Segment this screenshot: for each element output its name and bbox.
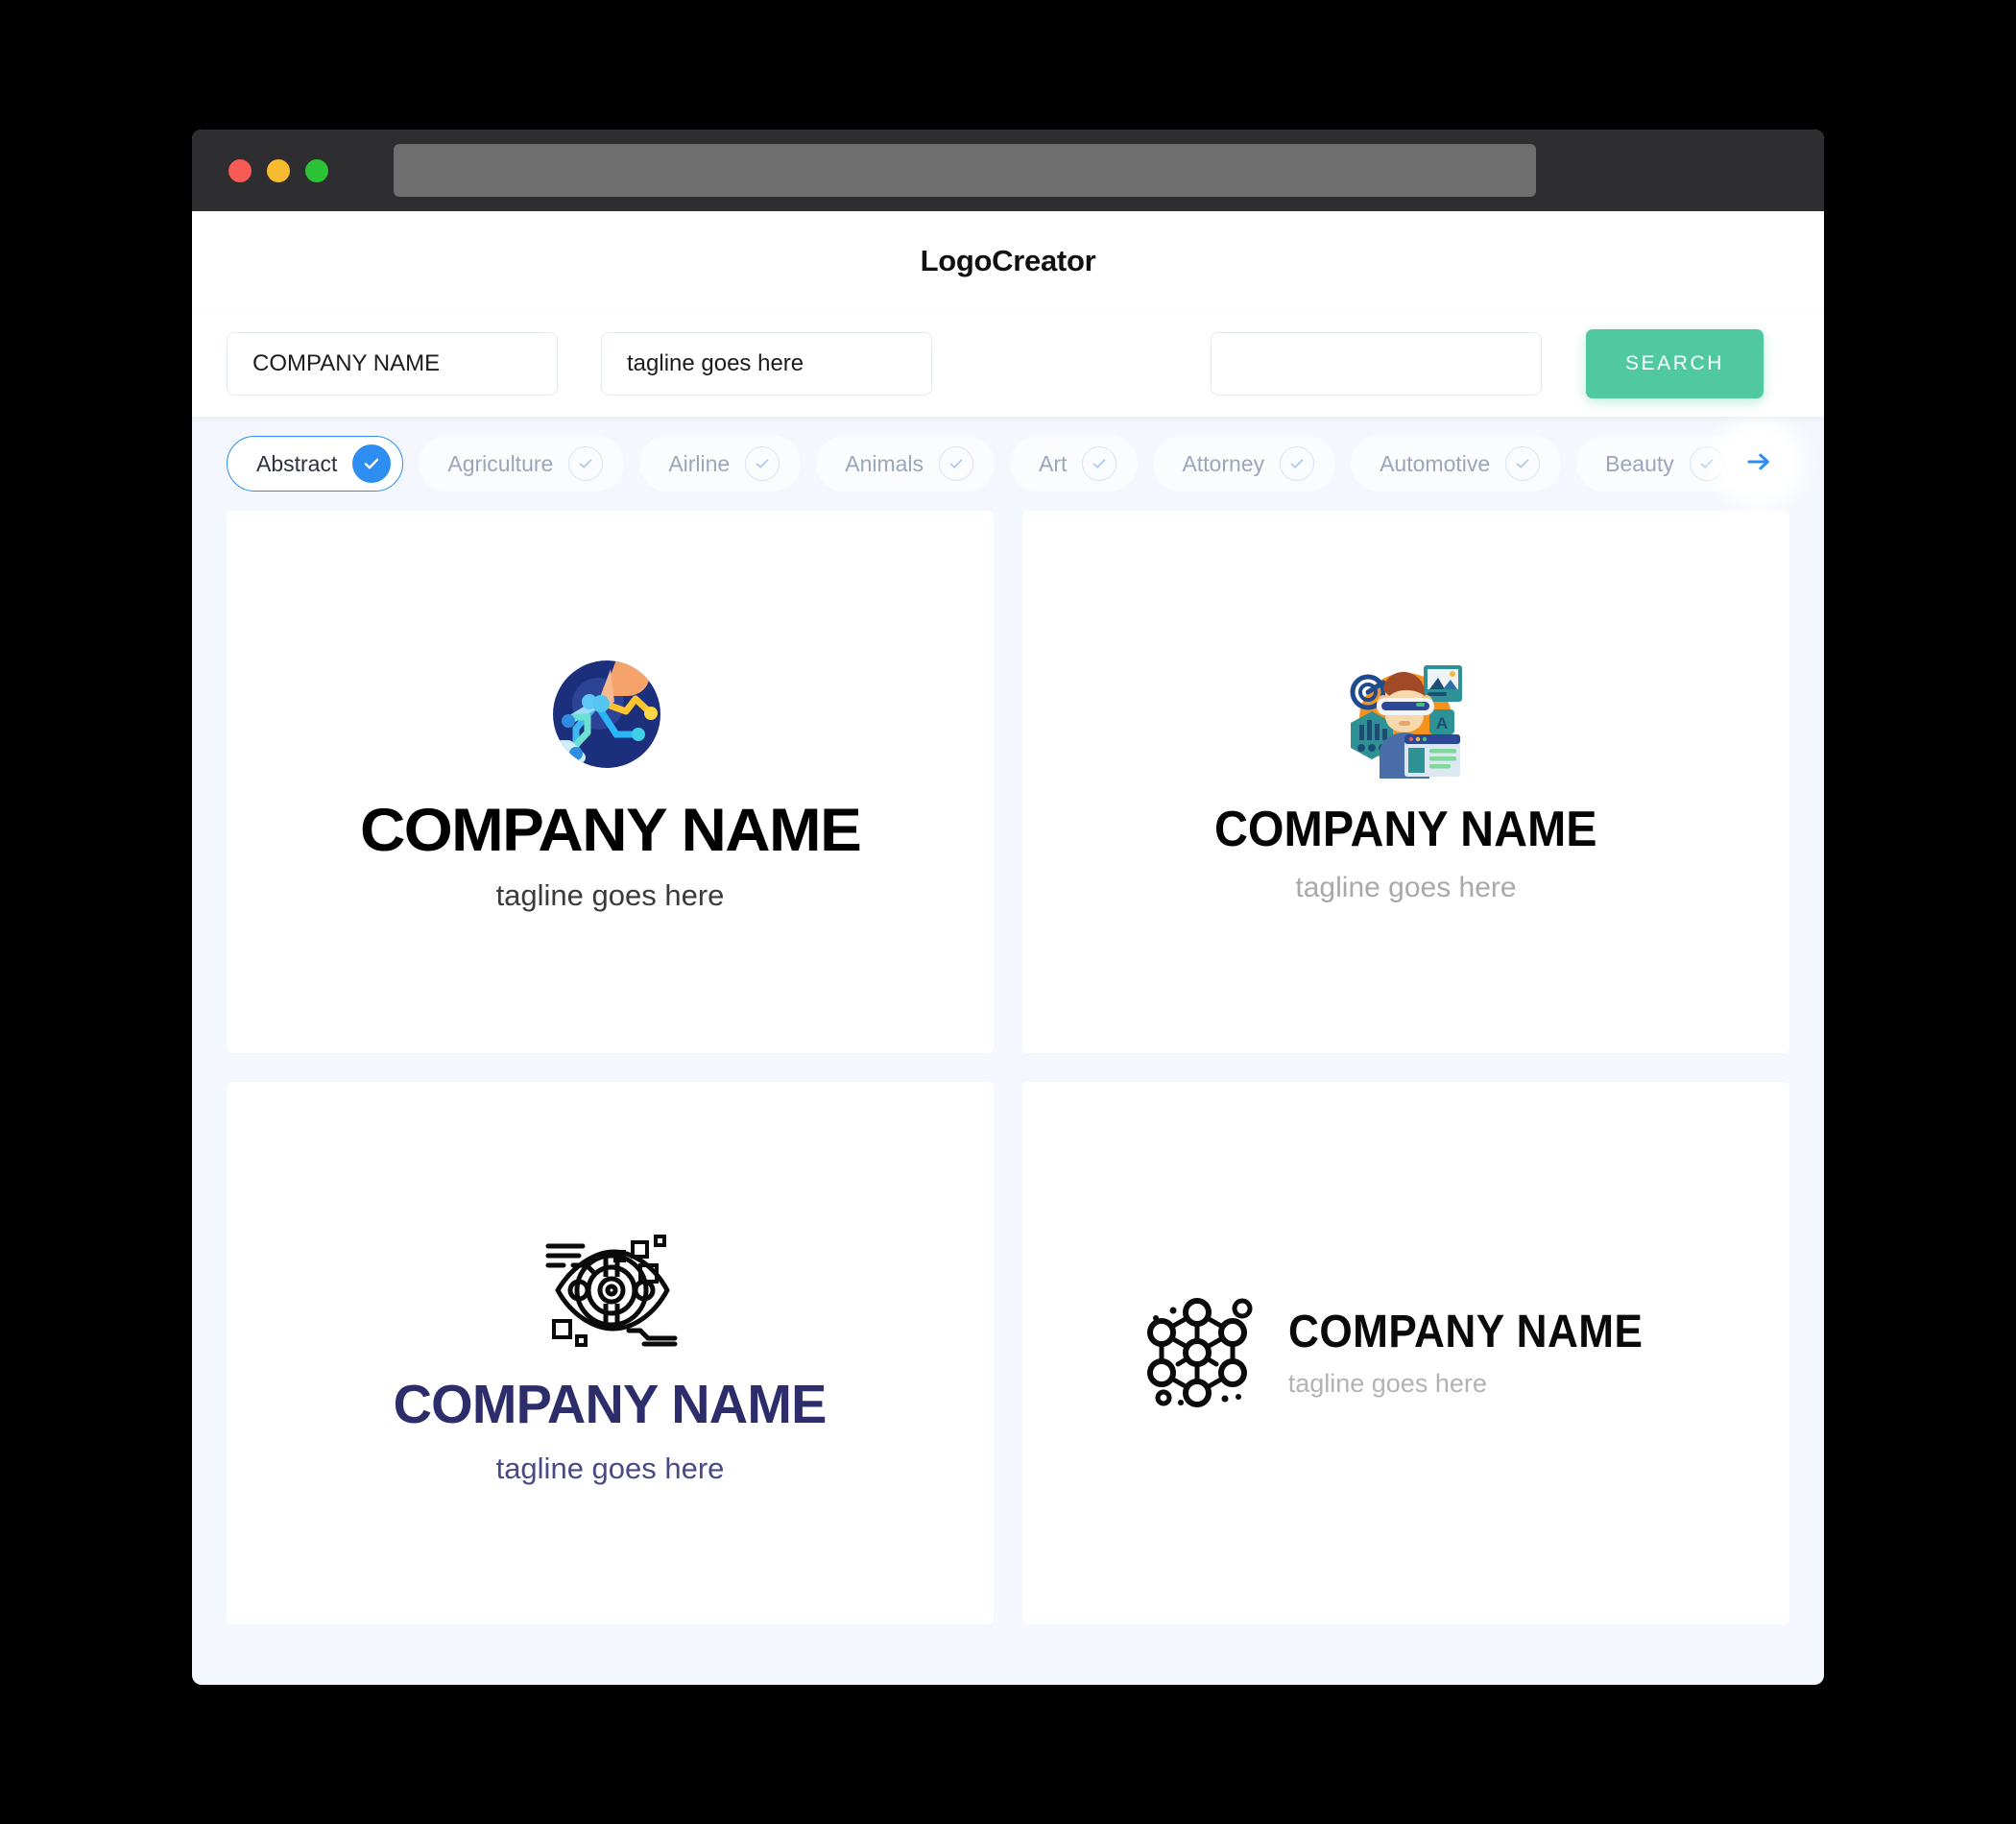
category-pill-abstract[interactable]: Abstract [227,436,404,492]
check-circle-icon [568,446,604,481]
category-label: Art [1039,450,1068,476]
category-label: Animals [845,450,924,476]
logo-card[interactable]: COMPANY NAME tagline goes here [227,511,994,1053]
check-circle-icon [745,446,780,481]
category-label: Automotive [1380,450,1491,476]
svg-text:A: A [1436,714,1448,732]
logo-tagline: tagline goes here [1295,872,1517,903]
logo-tagline: tagline goes here [1287,1369,1487,1398]
logo-results-grid: COMPANY NAME tagline goes here A COMPANY… [192,511,1824,1663]
tech-eye-icon [540,1223,681,1351]
logo-company-name: COMPANY NAME [1214,802,1597,857]
page-title: LogoCreator [920,244,1096,277]
logo-card[interactable]: COMPANY NAME tagline goes here [1022,1082,1789,1624]
search-button[interactable]: SEARCH [1586,329,1764,398]
category-label: Airline [668,450,731,476]
category-label: Beauty [1605,450,1674,476]
category-pill-animals[interactable]: Animals [816,436,996,492]
close-window-button[interactable] [228,158,252,182]
browser-window: LogoCreator COMPANY NAME tagline goes he… [192,130,1824,1685]
category-label: Agriculture [447,450,554,476]
logo-card[interactable]: A COMPANY NAME tagline goes here [1022,511,1789,1053]
category-pill-automotive[interactable]: Automotive [1351,436,1562,492]
keyword-input[interactable] [1211,332,1542,396]
check-circle-icon [1689,446,1724,481]
minimize-window-button[interactable] [267,158,290,182]
hexagon-network-nodes-icon [1139,1293,1256,1413]
logo-tagline: tagline goes here [495,878,725,912]
search-toolbar: COMPANY NAME tagline goes here SEARCH [192,311,1824,417]
check-circle-icon [352,444,392,483]
logo-company-name: COMPANY NAME [394,1374,828,1435]
logo-card[interactable]: COMPANY NAME tagline goes here [227,1082,994,1624]
url-bar[interactable] [394,144,1536,197]
category-pill-attorney[interactable]: Attorney [1153,436,1336,492]
logo-preview: COMPANY NAME tagline goes here [360,654,862,912]
arrow-right-icon [1744,447,1773,481]
hand-touch-circuit-circle-icon [547,654,672,780]
category-pill-art[interactable]: Art [1010,436,1139,492]
category-label: Attorney [1182,450,1265,476]
logo-preview: A COMPANY NAME tagline goes here [1200,661,1612,902]
window-titlebar [192,130,1824,211]
logo-preview: COMPANY NAME tagline goes here [1139,1293,1674,1413]
check-circle-icon [1082,446,1117,481]
logo-company-name: COMPANY NAME [1287,1307,1644,1357]
next-categories-button[interactable] [1728,433,1789,494]
company-name-input[interactable]: COMPANY NAME [227,332,558,396]
logo-company-name: COMPANY NAME [359,797,862,864]
category-pill-beauty[interactable]: Beauty [1576,436,1745,492]
category-pill-airline[interactable]: Airline [639,436,802,492]
maximize-window-button[interactable] [305,158,328,182]
category-filter-bar: Abstract Agriculture Airline Animals Art [192,417,1824,511]
category-label: Abstract [256,450,338,476]
check-circle-icon [1280,446,1315,481]
category-pill-agriculture[interactable]: Agriculture [419,436,625,492]
logo-text-block: COMPANY NAME tagline goes here [1288,1309,1674,1397]
logo-preview: COMPANY NAME tagline goes here [389,1223,830,1483]
app-header: LogoCreator [192,211,1824,311]
check-circle-icon [1505,446,1541,481]
check-circle-icon [939,446,974,481]
vr-headset-person-icon: A [1345,661,1466,783]
traffic-lights [228,158,328,182]
logo-tagline: tagline goes here [495,1452,725,1485]
tagline-input[interactable]: tagline goes here [601,332,932,396]
